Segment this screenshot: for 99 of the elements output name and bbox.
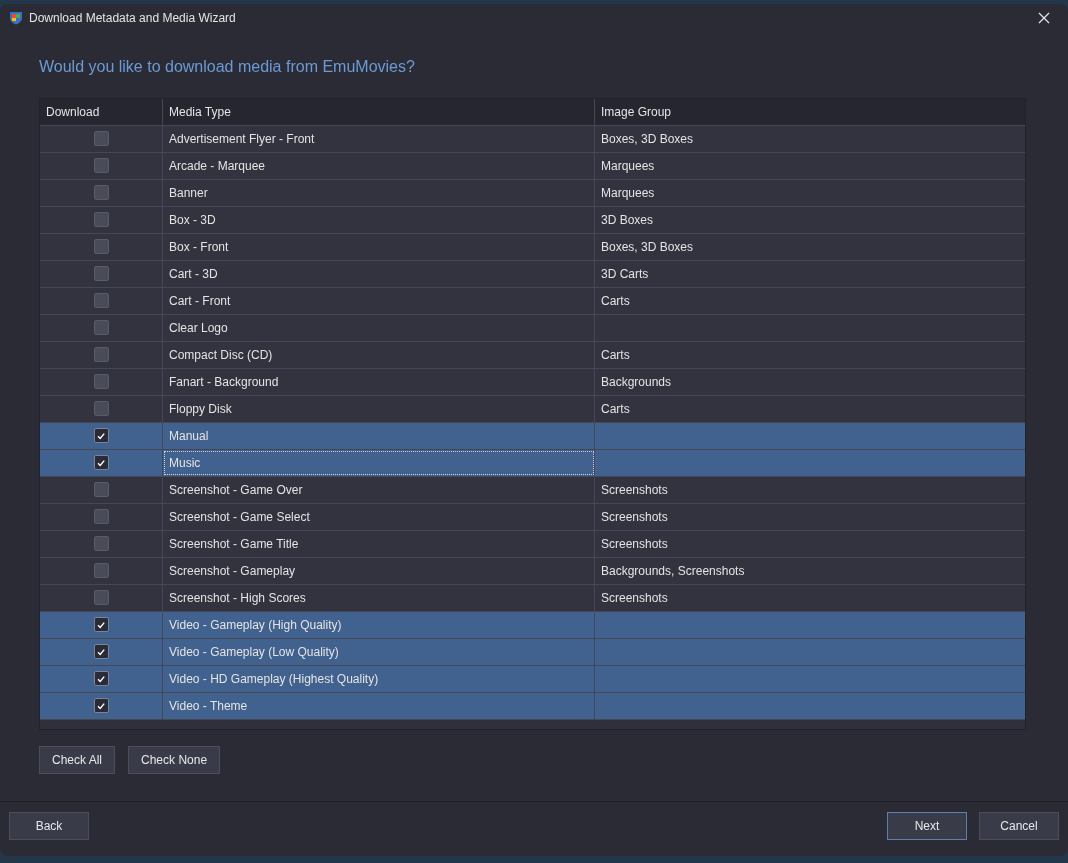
table-cell: Marquees (601, 158, 655, 173)
table-cell: Video - Gameplay (High Quality) (169, 617, 342, 632)
table-cell: Manual (169, 428, 209, 443)
checkbox[interactable] (93, 239, 109, 255)
table-cell: Screenshots (601, 590, 668, 605)
table-cell: Marquees (601, 185, 655, 200)
table-row[interactable]: Cart - Front Carts (40, 287, 1025, 315)
table-cell: Clear Logo (169, 320, 228, 335)
table-row[interactable]: Clear Logo (40, 314, 1025, 342)
table-cell: Carts (601, 293, 630, 308)
back-button[interactable]: Back (9, 811, 89, 840)
table-row[interactable]: Box - Front Boxes, 3D Boxes (40, 233, 1025, 261)
table-cell: Compact Disc (CD) (169, 347, 273, 362)
checkbox[interactable] (93, 671, 109, 687)
table-cell: Box - Front (169, 239, 229, 254)
checkmark-icon (96, 646, 106, 657)
checkbox[interactable] (93, 428, 109, 444)
table-cell: Video - Theme (169, 698, 248, 713)
checkbox[interactable] (93, 212, 109, 228)
table-row[interactable]: Screenshot - High Scores Screenshots (40, 584, 1025, 612)
checkbox[interactable] (93, 644, 109, 660)
column-header[interactable]: Download (40, 98, 163, 125)
checkbox[interactable] (93, 563, 109, 579)
checkmark-icon (96, 700, 106, 711)
table-row[interactable]: Banner Marquees (40, 179, 1025, 207)
checkbox[interactable] (93, 536, 109, 552)
checkbox[interactable] (93, 185, 109, 201)
checkbox[interactable] (93, 374, 109, 390)
table-cell: Box - 3D (169, 212, 216, 227)
checkbox[interactable] (93, 482, 109, 498)
table-cell: Fanart - Background (169, 374, 279, 389)
table-cell: Video - Gameplay (Low Quality) (169, 644, 339, 659)
close-icon[interactable] (1038, 12, 1050, 25)
app-shield-icon (9, 11, 23, 26)
table-cell: Backgrounds (601, 374, 672, 389)
table-cell: Music (169, 455, 201, 470)
table-row[interactable]: Arcade - Marquee Marquees (40, 152, 1025, 180)
table-cell: Cart - Front (169, 293, 231, 308)
table-row[interactable]: Screenshot - Game Select Screenshots (40, 503, 1025, 531)
checkbox[interactable] (93, 617, 109, 633)
table-cell: Backgrounds, Screenshots (601, 563, 745, 578)
table-cell: 3D Boxes (601, 212, 654, 227)
table-cell: 3D Carts (601, 266, 649, 281)
table-cell: Screenshots (601, 509, 668, 524)
column-header[interactable]: Media Type (163, 98, 595, 125)
table-row[interactable]: Video - HD Gameplay (Highest Quality) (40, 665, 1025, 693)
table-cell: Screenshot - Game Title (169, 536, 299, 551)
table-row[interactable]: Music (40, 449, 1025, 477)
table-cell: Banner (169, 185, 208, 200)
table-cell: Screenshots (601, 482, 668, 497)
window-title: Download Metadata and Media Wizard (29, 11, 237, 26)
table-row[interactable]: Video - Gameplay (High Quality) (40, 611, 1025, 639)
table-cell: Boxes, 3D Boxes (601, 239, 694, 254)
table-row[interactable]: Screenshot - Gameplay Backgrounds, Screenshots (40, 557, 1025, 585)
checkbox[interactable] (93, 158, 109, 174)
table-cell: Video - HD Gameplay (Highest Quality) (169, 671, 379, 686)
table-cell: Screenshot - High Scores (169, 590, 306, 605)
column-header[interactable]: Image Group (595, 98, 1025, 125)
footer-button[interactable]: Next (887, 811, 967, 840)
table-row[interactable]: Manual (40, 422, 1025, 450)
table-row[interactable]: Cart - 3D 3D Carts (40, 260, 1025, 288)
checkmark-icon (96, 457, 106, 468)
table-cell: Arcade - Marquee (169, 158, 266, 173)
table-row[interactable]: Fanart - Background Backgrounds (40, 368, 1025, 396)
checkbox[interactable] (93, 266, 109, 282)
table-row[interactable]: Screenshot - Game Over Screenshots (40, 476, 1025, 504)
table-cell: Boxes, 3D Boxes (601, 131, 694, 146)
checkbox[interactable] (93, 455, 109, 471)
table-row[interactable]: Box - 3D 3D Boxes (40, 206, 1025, 234)
table-cell: Floppy Disk (169, 401, 232, 416)
table-cell: Screenshot - Gameplay (169, 563, 296, 578)
table-row[interactable]: Advertisement Flyer - Front Boxes, 3D Boxes (40, 125, 1025, 153)
table-cell: Carts (601, 401, 630, 416)
checkbox[interactable] (93, 131, 109, 147)
checkbox[interactable] (93, 698, 109, 714)
checkbox[interactable] (93, 590, 109, 606)
checkmark-icon (96, 430, 106, 441)
table-cell: Advertisement Flyer - Front (169, 131, 315, 146)
table-cell: Carts (601, 347, 630, 362)
table-cell: Cart - 3D (169, 266, 218, 281)
check-button[interactable]: Check None (128, 745, 221, 774)
checkmark-icon (96, 619, 106, 630)
table-cell: Screenshots (601, 536, 668, 551)
table-row[interactable]: Floppy Disk Carts (40, 395, 1025, 423)
table-row[interactable]: Video - Theme (40, 692, 1025, 720)
table-cell: Screenshot - Game Select (169, 509, 310, 524)
checkbox[interactable] (93, 401, 109, 417)
checkmark-icon (96, 673, 106, 684)
table-cell: Screenshot - Game Over (169, 482, 303, 497)
table-row[interactable]: Video - Gameplay (Low Quality) (40, 638, 1025, 666)
checkbox[interactable] (93, 347, 109, 363)
footer-button[interactable]: Cancel (979, 811, 1059, 840)
check-button[interactable]: Check All (39, 745, 116, 774)
table-row[interactable]: Compact Disc (CD) Carts (40, 341, 1025, 369)
table-row[interactable]: Screenshot - Game Title Screenshots (40, 530, 1025, 558)
checkbox[interactable] (93, 320, 109, 336)
checkbox[interactable] (93, 509, 109, 525)
wizard-heading: Would you like to download media from EmuMovies? (39, 57, 416, 76)
checkbox[interactable] (93, 293, 109, 309)
